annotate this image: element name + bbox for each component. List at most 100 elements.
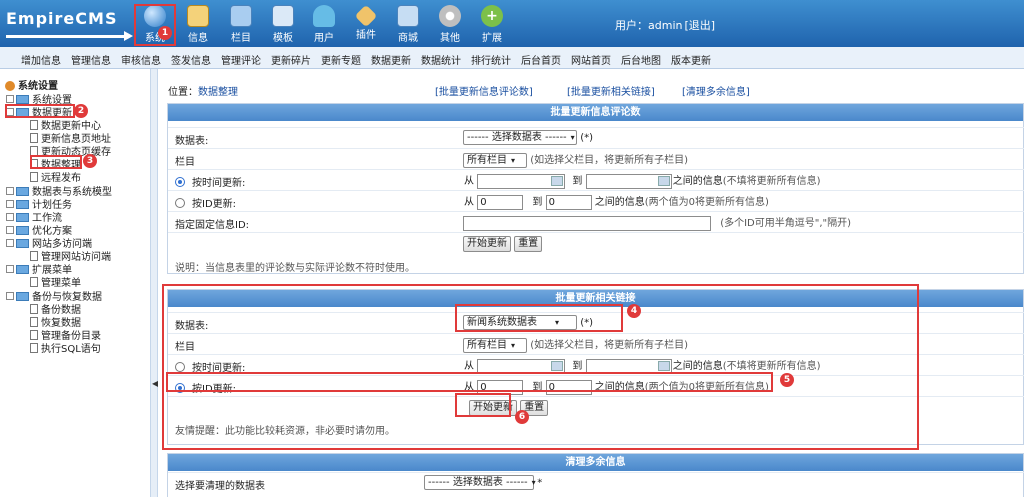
page-icon bbox=[30, 133, 38, 143]
panel-title: 批量更新信息评论数 bbox=[168, 104, 1023, 121]
by-id-radio[interactable] bbox=[175, 198, 185, 208]
expand-icon[interactable] bbox=[6, 226, 14, 234]
subnav-update-topics[interactable]: 更新专题 bbox=[321, 52, 361, 67]
subnav-add-info[interactable]: 增加信息 bbox=[21, 52, 61, 67]
link-batch-related[interactable]: [批量更新相关链接] bbox=[567, 83, 655, 98]
panel-note: 友情提醒：此功能比较耗资源，非必要时请勿用。 bbox=[175, 426, 395, 437]
chevron-down-icon: ▾ bbox=[511, 340, 516, 350]
by-time-radio[interactable] bbox=[175, 362, 185, 372]
step-badge-3: 3 bbox=[83, 154, 97, 168]
topnav-plugin[interactable]: 插件 bbox=[347, 3, 385, 45]
fixed-id-label: 指定固定信息ID: bbox=[175, 220, 250, 231]
expand-icon[interactable] bbox=[6, 95, 14, 103]
subnav-manage-comments[interactable]: 管理评论 bbox=[221, 52, 261, 67]
collapse-icon[interactable] bbox=[6, 108, 14, 116]
step-badge-5: 5 bbox=[780, 373, 794, 387]
topnav-column[interactable]: 栏目 bbox=[222, 3, 260, 45]
expand-icon[interactable] bbox=[6, 200, 14, 208]
expand-icon[interactable] bbox=[6, 213, 14, 221]
reset-button[interactable]: 重置 bbox=[514, 236, 543, 252]
logo: EmpireCMS bbox=[6, 9, 133, 41]
row-column: 栏目 所有栏目 ▾ (如选择父栏目，将更新所有子栏目) bbox=[168, 148, 1024, 168]
by-time-radio[interactable] bbox=[175, 177, 185, 187]
time-field: 从 到 之间的信息(不填将更新所有信息) bbox=[464, 172, 821, 189]
sidebar-item-remote-publish[interactable]: 远程发布 bbox=[30, 169, 81, 184]
chevron-down-icon: ▾ bbox=[555, 318, 560, 327]
topnav-extend[interactable]: + 扩展 bbox=[473, 3, 511, 45]
logout-link[interactable]: [退出] bbox=[684, 19, 715, 32]
topnav-other[interactable]: 其他 bbox=[431, 3, 469, 45]
start-update-button[interactable]: 开始更新 bbox=[463, 236, 511, 252]
collapse-icon[interactable] bbox=[6, 239, 14, 247]
row-actions: 开始更新 重置 bbox=[168, 396, 1024, 418]
by-id-radio[interactable] bbox=[175, 383, 185, 393]
id-start-input[interactable]: 0 bbox=[477, 379, 524, 395]
page-icon bbox=[30, 343, 38, 353]
id-end-input[interactable]: 0 bbox=[545, 194, 592, 210]
subnav-data-update[interactable]: 数据更新 bbox=[371, 52, 411, 67]
subnav-update-fragments[interactable]: 更新碎片 bbox=[271, 52, 311, 67]
topnav-info[interactable]: 信息 bbox=[179, 3, 217, 45]
topnav-user[interactable]: 用户 bbox=[305, 3, 343, 45]
table-select[interactable]: 新闻系统数据表 ▾ bbox=[463, 315, 577, 330]
sidebar-item-manage-menu[interactable]: 管理菜单 bbox=[30, 274, 81, 289]
collapse-icon[interactable] bbox=[6, 265, 14, 273]
step-badge-1: 1 bbox=[158, 26, 172, 40]
actions: 开始更新 重置 bbox=[469, 400, 549, 416]
calendar-icon[interactable] bbox=[657, 361, 670, 371]
panel-clean-extra: 清理多余信息 选择要清理的数据表 ------ 选择数据表 ------ ▾ * bbox=[167, 453, 1024, 497]
fixed-id-input[interactable] bbox=[463, 215, 711, 231]
table-select[interactable]: ------ 选择数据表 ------ ▾ bbox=[463, 130, 577, 145]
topnav-label: 模板 bbox=[273, 33, 293, 44]
by-id-label[interactable]: 按ID更新: bbox=[175, 380, 236, 395]
column-field: 所有栏目 ▾ (如选择父栏目，将更新所有子栏目) bbox=[463, 336, 688, 353]
breadcrumb-current[interactable]: 数据整理 bbox=[198, 87, 238, 98]
sidebar-item-exec-sql[interactable]: 执行SQL语句 bbox=[30, 340, 101, 355]
subnav-data-stats[interactable]: 数据统计 bbox=[421, 52, 461, 67]
topnav-template[interactable]: 模板 bbox=[264, 3, 302, 45]
subnav-site-home[interactable]: 网站首页 bbox=[571, 52, 611, 67]
folder-icon bbox=[16, 212, 29, 222]
id-start-input[interactable]: 0 bbox=[477, 194, 524, 210]
id-end-input[interactable]: 0 bbox=[545, 379, 592, 395]
subnav-admin-home[interactable]: 后台首页 bbox=[521, 52, 561, 67]
link-batch-comments[interactable]: [批量更新信息评论数] bbox=[435, 83, 533, 98]
sidebar-root: 系统设置 bbox=[5, 77, 58, 92]
folder-icon bbox=[230, 5, 252, 27]
breadcrumb: 位置：数据整理 bbox=[168, 87, 238, 98]
plus-icon: + bbox=[481, 5, 503, 27]
table-select[interactable]: ------ 选择数据表 ------ ▾ bbox=[424, 475, 536, 490]
by-id-label[interactable]: 按ID更新: bbox=[175, 195, 236, 210]
start-update-button[interactable]: 开始更新 bbox=[469, 400, 517, 416]
subnav-version-update[interactable]: 版本更新 bbox=[671, 52, 711, 67]
collapse-icon[interactable] bbox=[6, 292, 14, 300]
column-select[interactable]: 所有栏目 ▾ bbox=[463, 152, 527, 168]
user-icon bbox=[313, 5, 335, 27]
topnav-label: 栏目 bbox=[231, 33, 251, 44]
calendar-icon[interactable] bbox=[551, 361, 564, 371]
folder-icon bbox=[16, 199, 29, 209]
step-badge-6: 6 bbox=[515, 410, 529, 424]
by-time-label[interactable]: 按时间更新: bbox=[175, 359, 245, 374]
subnav-admin-map[interactable]: 后台地图 bbox=[621, 52, 661, 67]
subnav-review-info[interactable]: 审核信息 bbox=[121, 52, 161, 67]
row-actions: 开始更新 重置 bbox=[168, 232, 1024, 254]
expand-icon[interactable] bbox=[6, 187, 14, 195]
panel-note: 说明：当信息表里的评论数与实际评论数不符时使用。 bbox=[175, 263, 415, 274]
calendar-icon[interactable] bbox=[551, 176, 564, 186]
subnav-sign-info[interactable]: 签发信息 bbox=[171, 52, 211, 67]
topnav-shop[interactable]: 商城 bbox=[389, 3, 427, 45]
column-select[interactable]: 所有栏目 ▾ bbox=[463, 337, 527, 353]
sidebar-splitter[interactable]: ◀ bbox=[150, 69, 158, 497]
subnav-rank-stats[interactable]: 排行统计 bbox=[471, 52, 511, 67]
link-clean-extra[interactable]: [清理多余信息] bbox=[682, 83, 750, 98]
page-icon bbox=[30, 317, 38, 327]
column-label: 栏目 bbox=[175, 157, 195, 168]
globe-icon bbox=[144, 5, 166, 27]
row-by-id: 按ID更新: 从 0 到 0 之间的信息(两个值为0将更新所有信息) bbox=[168, 375, 1024, 395]
chevron-down-icon: ▾ bbox=[531, 478, 536, 487]
subnav-manage-info[interactable]: 管理信息 bbox=[71, 52, 111, 67]
calendar-icon[interactable] bbox=[657, 176, 670, 186]
row-by-id: 按ID更新: 从 0 到 0 之间的信息(两个值为0将更新所有信息) bbox=[168, 190, 1024, 210]
by-time-label[interactable]: 按时间更新: bbox=[175, 174, 245, 189]
